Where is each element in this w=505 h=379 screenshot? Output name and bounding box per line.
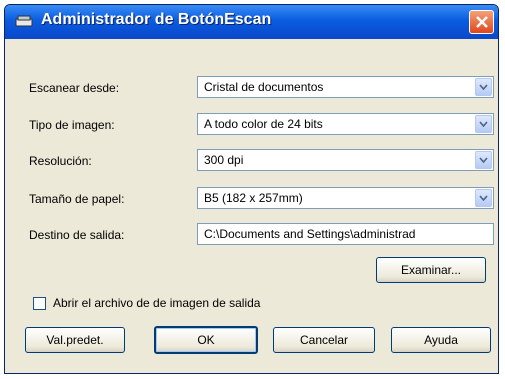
cancel-button[interactable]: Cancelar bbox=[273, 327, 375, 353]
defaults-button[interactable]: Val.predet. bbox=[25, 327, 125, 353]
image-type-value: A todo color de 24 bits bbox=[204, 117, 323, 131]
scan-manager-dialog: Administrador de BotónEscan Escanear des… bbox=[4, 4, 499, 374]
chevron-down-icon[interactable] bbox=[475, 151, 492, 169]
image-type-label: Tipo de imagen: bbox=[29, 118, 115, 132]
resolution-value: 300 dpi bbox=[204, 153, 244, 167]
browse-button[interactable]: Examinar... bbox=[376, 257, 486, 283]
resolution-select[interactable]: 300 dpi bbox=[197, 149, 494, 171]
paper-size-select[interactable]: B5 (182 x 257mm) bbox=[197, 187, 494, 209]
scan-from-select[interactable]: Cristal de documentos bbox=[197, 76, 494, 98]
scan-from-label: Escanear desde: bbox=[29, 81, 120, 95]
output-dest-label: Destino de salida: bbox=[29, 228, 125, 242]
close-button[interactable] bbox=[469, 10, 494, 34]
output-dest-field[interactable]: C:\Documents and Settings\administrad bbox=[197, 223, 494, 245]
help-button[interactable]: Ayuda bbox=[391, 327, 491, 353]
chevron-down-icon[interactable] bbox=[475, 78, 492, 96]
scanner-icon bbox=[15, 14, 33, 28]
chevron-down-icon[interactable] bbox=[475, 115, 492, 133]
image-type-select[interactable]: A todo color de 24 bits bbox=[197, 113, 494, 135]
scan-from-value: Cristal de documentos bbox=[204, 80, 324, 94]
open-output-checkbox[interactable] bbox=[33, 297, 46, 310]
close-icon bbox=[475, 16, 488, 28]
window-title: Administrador de BotónEscan bbox=[41, 11, 272, 28]
paper-size-label: Tamaño de papel: bbox=[29, 192, 125, 206]
ok-button[interactable]: OK bbox=[154, 326, 258, 354]
chevron-down-icon[interactable] bbox=[475, 189, 492, 207]
output-dest-value: C:\Documents and Settings\administrad bbox=[204, 227, 416, 241]
title-bar[interactable]: Administrador de BotónEscan bbox=[5, 5, 498, 39]
paper-size-value: B5 (182 x 257mm) bbox=[204, 191, 303, 205]
open-output-label: Abrir el archivo de de imagen de salida bbox=[53, 296, 261, 310]
resolution-label: Resolución: bbox=[29, 154, 92, 168]
